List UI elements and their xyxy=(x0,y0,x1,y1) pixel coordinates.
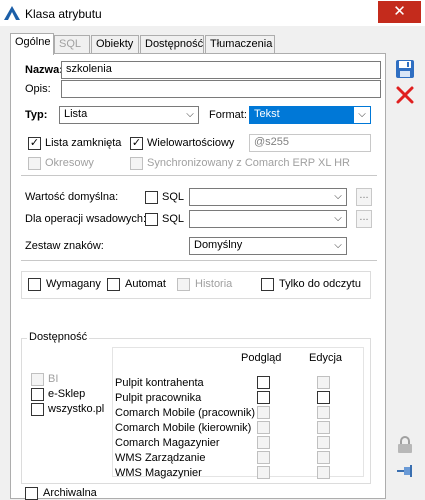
tylko-do-odczytu-label: Tylko do odczytu xyxy=(279,278,361,290)
row-label-pulpit-kontrahenta: Pulpit kontrahenta xyxy=(115,377,204,389)
okresowy-label: Okresowy xyxy=(45,157,94,169)
window-frame: Ogólne SQL Obiekty Dostępność Tłumaczeni… xyxy=(0,26,425,500)
wartosc-dots-button[interactable]: ... xyxy=(356,188,372,206)
chevron-down-icon: ⌵ xyxy=(334,240,342,251)
podglad-checkbox xyxy=(257,406,270,419)
automat-checkbox[interactable] xyxy=(107,278,120,291)
zestaw-znakow-label: Zestaw znaków: xyxy=(25,240,104,252)
dla-operacji-select[interactable]: ⌵ xyxy=(189,210,347,228)
sql2-checkbox[interactable] xyxy=(145,213,158,226)
tylko-do-odczytu-checkbox[interactable] xyxy=(261,278,274,291)
opis-input[interactable] xyxy=(61,80,381,98)
podglad-checkbox xyxy=(257,466,270,479)
podglad-checkbox[interactable] xyxy=(257,391,270,404)
dla-operacji-dots-button[interactable]: ... xyxy=(356,210,372,228)
edycja-checkbox xyxy=(317,376,330,389)
okresowy-checkbox xyxy=(28,157,41,170)
row-label-mobile-pracownik: Comarch Mobile (pracownik) xyxy=(115,407,255,419)
sql2-label: SQL xyxy=(162,213,185,225)
typ-select[interactable]: Lista ⌵ xyxy=(59,106,199,124)
save-icon xyxy=(396,60,414,78)
edycja-checkbox xyxy=(317,466,330,479)
wielowartosciowy-checkbox[interactable]: ✓ xyxy=(130,137,143,150)
delete-button[interactable] xyxy=(394,84,416,106)
sql1-checkbox[interactable] xyxy=(145,191,158,204)
site-wszystko-checkbox[interactable] xyxy=(31,403,44,416)
wartosc-domyslna-select[interactable]: ⌵ xyxy=(189,188,347,206)
close-button[interactable]: ✕ xyxy=(378,1,421,23)
site-wszystko-label: wszystko.pl xyxy=(48,403,105,415)
save-button[interactable] xyxy=(394,58,416,80)
zestaw-znakow-value: Domyślny xyxy=(194,239,243,251)
tab-ogolne[interactable]: Ogólne xyxy=(10,33,54,55)
divider xyxy=(21,175,377,176)
col-podglad-header: Podgląd xyxy=(241,352,282,364)
synchronizowany-label: Synchronizowany z Comarch ERP XL HR xyxy=(147,157,350,169)
chevron-down-icon: ⌵ xyxy=(334,213,342,224)
dostepnosc-title: Dostępność xyxy=(27,331,90,343)
opis-label: Opis: xyxy=(25,83,51,95)
col-edycja-header: Edycja xyxy=(309,352,343,364)
chevron-down-icon: ⌵ xyxy=(354,107,370,123)
pin-button[interactable] xyxy=(394,460,416,482)
podglad-checkbox xyxy=(257,451,270,464)
edycja-checkbox xyxy=(317,421,330,434)
lock-icon xyxy=(398,436,412,453)
pin-icon xyxy=(397,465,412,477)
site-bi-checkbox xyxy=(31,373,44,386)
format-value: Tekst xyxy=(254,108,280,120)
format-label: Format: xyxy=(209,109,247,121)
window-title: Klasa atrybutu xyxy=(25,7,102,21)
row-label-pulpit-pracownika: Pulpit pracownika xyxy=(115,392,202,404)
podglad-checkbox xyxy=(257,436,270,449)
nazwa-label: Nazwa: xyxy=(25,64,63,76)
lista-zamknieta-checkbox[interactable]: ✓ xyxy=(28,137,41,150)
automat-label: Automat xyxy=(125,278,166,290)
site-esklep-checkbox[interactable] xyxy=(31,388,44,401)
title-bar: Klasa atrybutu ✕ xyxy=(0,0,425,28)
edycja-checkbox xyxy=(317,436,330,449)
historia-checkbox xyxy=(177,278,190,291)
row-label-wms-zarzadzanie: WMS Zarządzanie xyxy=(115,452,206,464)
wymagany-label: Wymagany xyxy=(46,278,101,290)
tab-sql: SQL xyxy=(54,35,90,54)
format-select[interactable]: Tekst ⌵ xyxy=(249,106,371,124)
nazwa-input[interactable]: szkolenia xyxy=(61,61,381,79)
app-logo-icon xyxy=(4,6,20,20)
lista-zamknieta-label: Lista zamknięta xyxy=(45,137,122,149)
typ-label: Typ: xyxy=(25,109,48,121)
row-label-mobile-kierownik: Comarch Mobile (kierownik) xyxy=(115,422,252,434)
zestaw-znakow-select[interactable]: Domyślny ⌵ xyxy=(189,237,347,255)
sql1-label: SQL xyxy=(162,191,185,203)
typ-value: Lista xyxy=(64,108,88,120)
divider xyxy=(21,260,377,261)
row-label-magazynier: Comarch Magazynier xyxy=(115,437,220,449)
wymagany-checkbox[interactable] xyxy=(28,278,41,291)
archiwalna-checkbox[interactable] xyxy=(25,487,38,500)
dla-operacji-label: Dla operacji wsadowych: xyxy=(25,213,147,225)
row-label-wms-magazynier: WMS Magazynier xyxy=(115,467,202,479)
wartosc-domyslna-label: Wartość domyślna: xyxy=(25,191,119,203)
tab-obiekty[interactable]: Obiekty xyxy=(91,35,139,54)
historia-label: Historia xyxy=(195,278,233,290)
general-panel: Nazwa: szkolenia Opis: Typ: Lista ⌵ Form… xyxy=(10,53,386,500)
tab-tlumaczenia[interactable]: Tłumaczenia xyxy=(205,35,275,54)
site-esklep-label: e-Sklep xyxy=(48,388,86,400)
code-field: @s255 xyxy=(249,134,371,152)
edycja-checkbox xyxy=(317,406,330,419)
chevron-down-icon: ⌵ xyxy=(186,109,194,120)
tab-dostepnosc[interactable]: Dostępność xyxy=(140,35,204,54)
podglad-checkbox[interactable] xyxy=(257,376,270,389)
edycja-checkbox xyxy=(317,451,330,464)
chevron-down-icon: ⌵ xyxy=(334,191,342,202)
edycja-checkbox[interactable] xyxy=(317,391,330,404)
archiwalna-label: Archiwalna xyxy=(43,487,97,499)
wielowartosciowy-label: Wielowartościowy xyxy=(147,137,235,149)
synchronizowany-checkbox xyxy=(130,157,143,170)
podglad-checkbox xyxy=(257,421,270,434)
site-bi-label: BI xyxy=(48,373,59,385)
delete-icon xyxy=(396,86,414,104)
lock-button[interactable] xyxy=(394,434,416,456)
